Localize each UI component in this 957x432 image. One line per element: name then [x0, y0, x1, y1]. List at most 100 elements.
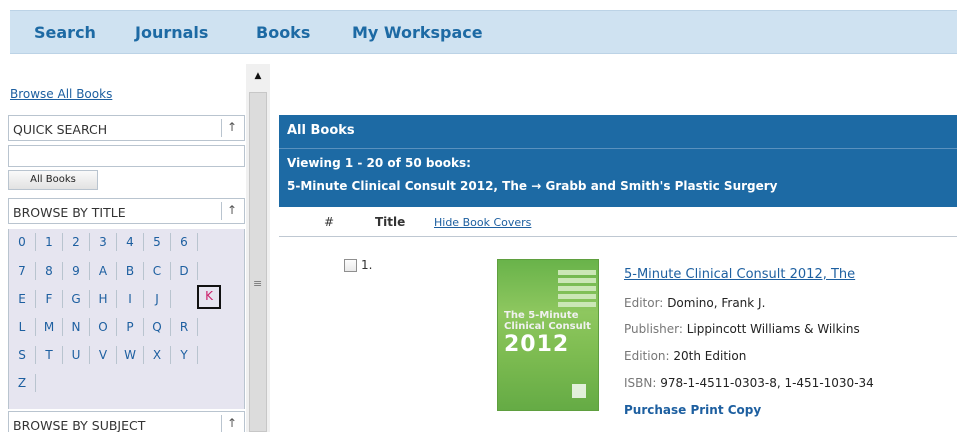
range-end: Grabb and Smith's Plastic Surgery: [545, 179, 778, 193]
divider: [89, 233, 90, 251]
nav-journals[interactable]: Journals: [135, 23, 208, 42]
top-nav: Search Journals Books My Workspace: [10, 10, 957, 54]
divider: [89, 346, 90, 364]
nav-search[interactable]: Search: [34, 23, 96, 42]
result-count: Viewing 1 - 20 of 50 books:: [287, 156, 471, 170]
cover-year: 2012: [504, 332, 570, 357]
divider: [143, 233, 144, 251]
scroll-thumb[interactable]: ≡: [249, 92, 267, 432]
letter-link[interactable]: D: [174, 260, 194, 282]
browse-by-title-label: BROWSE BY TITLE: [13, 205, 126, 220]
letter-link[interactable]: 8: [39, 260, 59, 282]
divider: [143, 262, 144, 280]
divider: [35, 233, 36, 251]
column-title[interactable]: Title: [375, 215, 405, 229]
letter-link[interactable]: N: [66, 316, 86, 338]
quick-search-input[interactable]: [8, 145, 245, 167]
divider: [35, 262, 36, 280]
letter-link[interactable]: 1: [39, 231, 59, 253]
letter-link[interactable]: 9: [66, 260, 86, 282]
nav-my-workspace[interactable]: My Workspace: [352, 23, 483, 42]
collapse-arrow-icon[interactable]: ↑: [227, 416, 237, 430]
letter-link[interactable]: 6: [174, 231, 194, 253]
divider: [116, 318, 117, 336]
result-range: 5-Minute Clinical Consult 2012, The → Gr…: [287, 179, 778, 193]
quick-search-label: QUICK SEARCH: [13, 122, 108, 137]
letter-link[interactable]: V: [93, 344, 113, 366]
letter-link[interactable]: T: [39, 344, 59, 366]
quick-search-header[interactable]: QUICK SEARCH ↑: [8, 115, 245, 141]
divider: [221, 202, 222, 220]
letter-link[interactable]: B: [120, 260, 140, 282]
collapse-arrow-icon[interactable]: ↑: [227, 203, 237, 217]
divider: [197, 346, 198, 364]
divider: [89, 318, 90, 336]
letter-link[interactable]: S: [12, 344, 32, 366]
divider: [197, 262, 198, 280]
select-book-checkbox[interactable]: [344, 259, 357, 272]
divider: [89, 262, 90, 280]
book-cover-image[interactable]: The 5-Minute Clinical Consult 2012: [497, 259, 599, 411]
divider: [89, 290, 90, 308]
letter-link[interactable]: Z: [12, 372, 32, 394]
letter-link[interactable]: I: [120, 288, 140, 310]
letter-link[interactable]: E: [12, 288, 32, 310]
divider: [62, 346, 63, 364]
book-publisher: Publisher: Lippincott Williams & Wilkins: [624, 322, 860, 336]
divider: [170, 233, 171, 251]
divider: [35, 290, 36, 308]
row-number: 1.: [361, 258, 373, 272]
title-letter-index: 0 1 2 3 4 5 6 7 8 9 A B C D E F G H I J …: [8, 229, 245, 409]
letter-link[interactable]: 4: [120, 231, 140, 253]
grip-icon: ≡: [253, 277, 263, 290]
divider: [170, 290, 171, 308]
nav-books[interactable]: Books: [256, 23, 310, 42]
divider: [35, 374, 36, 392]
book-title-link[interactable]: 5-Minute Clinical Consult 2012, The: [624, 267, 855, 282]
hide-book-covers-link[interactable]: Hide Book Covers: [434, 216, 531, 229]
all-books-button[interactable]: All Books: [8, 170, 98, 190]
divider: [35, 346, 36, 364]
letter-link[interactable]: W: [120, 344, 140, 366]
divider: [221, 119, 222, 137]
letter-link[interactable]: P: [120, 316, 140, 338]
letter-link[interactable]: M: [39, 316, 59, 338]
letter-link[interactable]: O: [93, 316, 113, 338]
letter-link[interactable]: G: [66, 288, 86, 310]
letter-link[interactable]: Q: [147, 316, 167, 338]
purchase-print-copy-link[interactable]: Purchase Print Copy: [624, 403, 761, 417]
divider: [170, 262, 171, 280]
letter-link[interactable]: 0: [12, 231, 32, 253]
browse-by-subject-label: BROWSE BY SUBJECT: [13, 418, 146, 432]
letter-link[interactable]: H: [93, 288, 113, 310]
sidebar-scrollbar[interactable]: ▲ ≡: [246, 64, 270, 432]
letter-link[interactable]: X: [147, 344, 167, 366]
letter-link[interactable]: J: [147, 288, 167, 310]
divider: [62, 318, 63, 336]
scroll-up-arrow-icon[interactable]: ▲: [246, 64, 270, 88]
letter-link[interactable]: 5: [147, 231, 167, 253]
browse-by-subject-header[interactable]: BROWSE BY SUBJECT ↑: [8, 411, 245, 432]
letter-link[interactable]: 2: [66, 231, 86, 253]
collapse-arrow-icon[interactable]: ↑: [227, 120, 237, 134]
book-isbn: ISBN: 978-1-4511-0303-8, 1-451-1030-34: [624, 376, 874, 390]
letter-link[interactable]: Y: [174, 344, 194, 366]
divider: [170, 346, 171, 364]
page-title: All Books: [287, 123, 355, 138]
letter-link[interactable]: F: [39, 288, 59, 310]
divider: [116, 233, 117, 251]
letter-link[interactable]: 7: [12, 260, 32, 282]
divider: [62, 233, 63, 251]
letter-link[interactable]: U: [66, 344, 86, 366]
cover-title: The 5-Minute Clinical Consult: [504, 310, 591, 332]
letter-link[interactable]: 3: [93, 231, 113, 253]
browse-all-books-link[interactable]: Browse All Books: [10, 87, 112, 101]
browse-by-title-header[interactable]: BROWSE BY TITLE ↑: [8, 198, 245, 224]
letter-link-selected[interactable]: K: [197, 285, 221, 309]
divider: [170, 318, 171, 336]
letter-link[interactable]: A: [93, 260, 113, 282]
cover-decoration: [558, 270, 596, 310]
letter-link[interactable]: L: [12, 316, 32, 338]
letter-link[interactable]: R: [174, 316, 194, 338]
letter-link[interactable]: C: [147, 260, 167, 282]
